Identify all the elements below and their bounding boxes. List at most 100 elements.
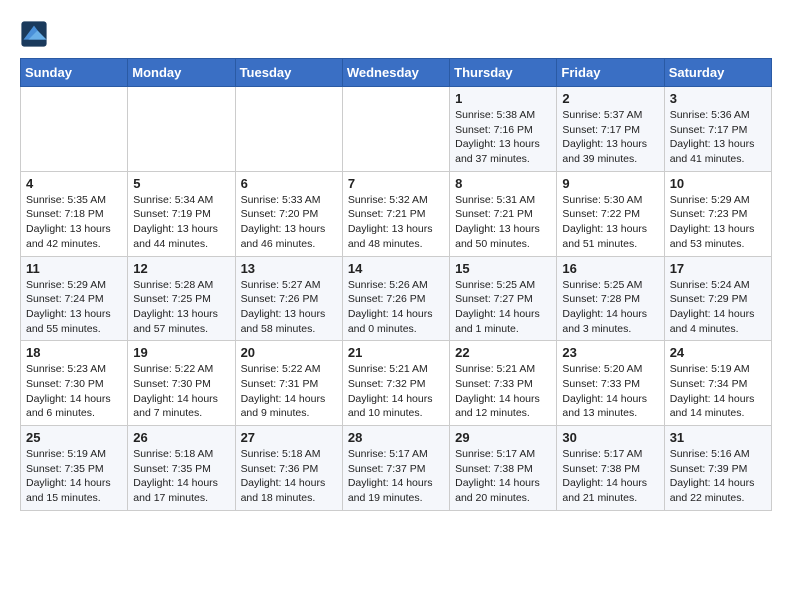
- calendar-cell: [21, 87, 128, 172]
- calendar-cell: 10Sunrise: 5:29 AM Sunset: 7:23 PM Dayli…: [664, 171, 771, 256]
- day-number: 4: [26, 176, 122, 191]
- day-info: Sunrise: 5:33 AM Sunset: 7:20 PM Dayligh…: [241, 193, 337, 252]
- calendar-header-monday: Monday: [128, 59, 235, 87]
- day-number: 21: [348, 345, 444, 360]
- day-info: Sunrise: 5:22 AM Sunset: 7:30 PM Dayligh…: [133, 362, 229, 421]
- day-number: 26: [133, 430, 229, 445]
- calendar-cell: 23 Sunrise: 5:20 AM Sunset: 7:33 PM Dayli…: [557, 341, 664, 426]
- day-info: Sunrise: 5:17 AM Sunset: 7:38 PM Dayligh…: [562, 447, 658, 506]
- day-number: 31: [670, 430, 766, 445]
- calendar-cell: 30 Sunrise: 5:17 AM Sunset: 7:38 PM Dayli…: [557, 426, 664, 511]
- day-info: Sunrise: 5:38 AM Sunset: 7:16 PM Dayligh…: [455, 108, 551, 167]
- day-number: 11: [26, 261, 122, 276]
- day-info: Sunrise: 5:25 AM Sunset: 7:27 PM Dayligh…: [455, 278, 551, 337]
- calendar-cell: 26 Sunrise: 5:18 AM Sunset: 7:35 PM Dayli…: [128, 426, 235, 511]
- day-number: 19: [133, 345, 229, 360]
- day-info: Sunrise: 5:19 AM Sunset: 7:34 PM Dayligh…: [670, 362, 766, 421]
- calendar-cell: 31Sunrise: 5:16 AM Sunset: 7:39 PM Dayli…: [664, 426, 771, 511]
- day-info: Sunrise: 5:32 AM Sunset: 7:21 PM Dayligh…: [348, 193, 444, 252]
- day-number: 27: [241, 430, 337, 445]
- day-info: Sunrise: 5:29 AM Sunset: 7:23 PM Dayligh…: [670, 193, 766, 252]
- calendar-cell: [128, 87, 235, 172]
- calendar-cell: 18 Sunrise: 5:23 AM Sunset: 7:30 PM Dayli…: [21, 341, 128, 426]
- day-number: 20: [241, 345, 337, 360]
- calendar-week-row: 25 Sunrise: 5:19 AM Sunset: 7:35 PM Dayli…: [21, 426, 772, 511]
- day-number: 8: [455, 176, 551, 191]
- calendar-cell: [235, 87, 342, 172]
- day-number: 29: [455, 430, 551, 445]
- day-info: Sunrise: 5:18 AM Sunset: 7:36 PM Dayligh…: [241, 447, 337, 506]
- calendar-cell: 16Sunrise: 5:25 AM Sunset: 7:28 PM Dayli…: [557, 256, 664, 341]
- day-info: Sunrise: 5:22 AM Sunset: 7:31 PM Dayligh…: [241, 362, 337, 421]
- day-number: 16: [562, 261, 658, 276]
- day-number: 9: [562, 176, 658, 191]
- day-number: 15: [455, 261, 551, 276]
- day-info: Sunrise: 5:29 AM Sunset: 7:24 PM Dayligh…: [26, 278, 122, 337]
- day-number: 1: [455, 91, 551, 106]
- day-number: 22: [455, 345, 551, 360]
- calendar-cell: 14 Sunrise: 5:26 AM Sunset: 7:26 PM Dayli…: [342, 256, 449, 341]
- day-number: 25: [26, 430, 122, 445]
- day-number: 24: [670, 345, 766, 360]
- calendar-cell: 2 Sunrise: 5:37 AM Sunset: 7:17 PM Daylig…: [557, 87, 664, 172]
- day-info: Sunrise: 5:30 AM Sunset: 7:22 PM Dayligh…: [562, 193, 658, 252]
- day-info: Sunrise: 5:31 AM Sunset: 7:21 PM Dayligh…: [455, 193, 551, 252]
- day-info: Sunrise: 5:27 AM Sunset: 7:26 PM Dayligh…: [241, 278, 337, 337]
- day-number: 30: [562, 430, 658, 445]
- calendar-cell: 28Sunrise: 5:17 AM Sunset: 7:37 PM Dayli…: [342, 426, 449, 511]
- calendar-week-row: 1 Sunrise: 5:38 AM Sunset: 7:16 PM Daylig…: [21, 87, 772, 172]
- day-number: 14: [348, 261, 444, 276]
- calendar-cell: 21 Sunrise: 5:21 AM Sunset: 7:32 PM Dayli…: [342, 341, 449, 426]
- calendar-cell: 4Sunrise: 5:35 AM Sunset: 7:18 PM Daylig…: [21, 171, 128, 256]
- calendar-cell: 3 Sunrise: 5:36 AM Sunset: 7:17 PM Daylig…: [664, 87, 771, 172]
- day-number: 6: [241, 176, 337, 191]
- day-info: Sunrise: 5:36 AM Sunset: 7:17 PM Dayligh…: [670, 108, 766, 167]
- day-info: Sunrise: 5:17 AM Sunset: 7:38 PM Dayligh…: [455, 447, 551, 506]
- calendar-header-friday: Friday: [557, 59, 664, 87]
- calendar-header-sunday: Sunday: [21, 59, 128, 87]
- calendar-header-thursday: Thursday: [450, 59, 557, 87]
- day-info: Sunrise: 5:18 AM Sunset: 7:35 PM Dayligh…: [133, 447, 229, 506]
- day-info: Sunrise: 5:19 AM Sunset: 7:35 PM Dayligh…: [26, 447, 122, 506]
- day-number: 7: [348, 176, 444, 191]
- calendar-cell: 29 Sunrise: 5:17 AM Sunset: 7:38 PM Dayli…: [450, 426, 557, 511]
- day-number: 5: [133, 176, 229, 191]
- day-info: Sunrise: 5:21 AM Sunset: 7:33 PM Dayligh…: [455, 362, 551, 421]
- day-info: Sunrise: 5:28 AM Sunset: 7:25 PM Dayligh…: [133, 278, 229, 337]
- calendar-cell: 7 Sunrise: 5:32 AM Sunset: 7:21 PM Daylig…: [342, 171, 449, 256]
- day-number: 13: [241, 261, 337, 276]
- calendar-cell: 6 Sunrise: 5:33 AM Sunset: 7:20 PM Daylig…: [235, 171, 342, 256]
- calendar-header-row: SundayMondayTuesdayWednesdayThursdayFrid…: [21, 59, 772, 87]
- calendar-cell: 12Sunrise: 5:28 AM Sunset: 7:25 PM Dayli…: [128, 256, 235, 341]
- calendar-cell: 15 Sunrise: 5:25 AM Sunset: 7:27 PM Dayli…: [450, 256, 557, 341]
- calendar-cell: 19 Sunrise: 5:22 AM Sunset: 7:30 PM Dayli…: [128, 341, 235, 426]
- day-number: 18: [26, 345, 122, 360]
- day-info: Sunrise: 5:21 AM Sunset: 7:32 PM Dayligh…: [348, 362, 444, 421]
- day-info: Sunrise: 5:26 AM Sunset: 7:26 PM Dayligh…: [348, 278, 444, 337]
- calendar-cell: 9 Sunrise: 5:30 AM Sunset: 7:22 PM Daylig…: [557, 171, 664, 256]
- day-number: 28: [348, 430, 444, 445]
- calendar-header-tuesday: Tuesday: [235, 59, 342, 87]
- logo-icon: [20, 20, 48, 48]
- calendar-header-saturday: Saturday: [664, 59, 771, 87]
- day-number: 3: [670, 91, 766, 106]
- page-header: [20, 20, 772, 48]
- calendar-cell: 1 Sunrise: 5:38 AM Sunset: 7:16 PM Daylig…: [450, 87, 557, 172]
- day-number: 23: [562, 345, 658, 360]
- calendar-cell: 5 Sunrise: 5:34 AM Sunset: 7:19 PM Daylig…: [128, 171, 235, 256]
- calendar-cell: 11 Sunrise: 5:29 AM Sunset: 7:24 PM Dayli…: [21, 256, 128, 341]
- day-info: Sunrise: 5:20 AM Sunset: 7:33 PM Dayligh…: [562, 362, 658, 421]
- day-info: Sunrise: 5:37 AM Sunset: 7:17 PM Dayligh…: [562, 108, 658, 167]
- logo: [20, 20, 50, 48]
- day-number: 2: [562, 91, 658, 106]
- calendar-cell: 25 Sunrise: 5:19 AM Sunset: 7:35 PM Dayli…: [21, 426, 128, 511]
- day-info: Sunrise: 5:23 AM Sunset: 7:30 PM Dayligh…: [26, 362, 122, 421]
- calendar-week-row: 18 Sunrise: 5:23 AM Sunset: 7:30 PM Dayli…: [21, 341, 772, 426]
- day-info: Sunrise: 5:34 AM Sunset: 7:19 PM Dayligh…: [133, 193, 229, 252]
- calendar-cell: 27 Sunrise: 5:18 AM Sunset: 7:36 PM Dayli…: [235, 426, 342, 511]
- calendar-cell: 8 Sunrise: 5:31 AM Sunset: 7:21 PM Daylig…: [450, 171, 557, 256]
- calendar-week-row: 11 Sunrise: 5:29 AM Sunset: 7:24 PM Dayli…: [21, 256, 772, 341]
- calendar-cell: [342, 87, 449, 172]
- calendar-cell: 24 Sunrise: 5:19 AM Sunset: 7:34 PM Dayli…: [664, 341, 771, 426]
- calendar-header-wednesday: Wednesday: [342, 59, 449, 87]
